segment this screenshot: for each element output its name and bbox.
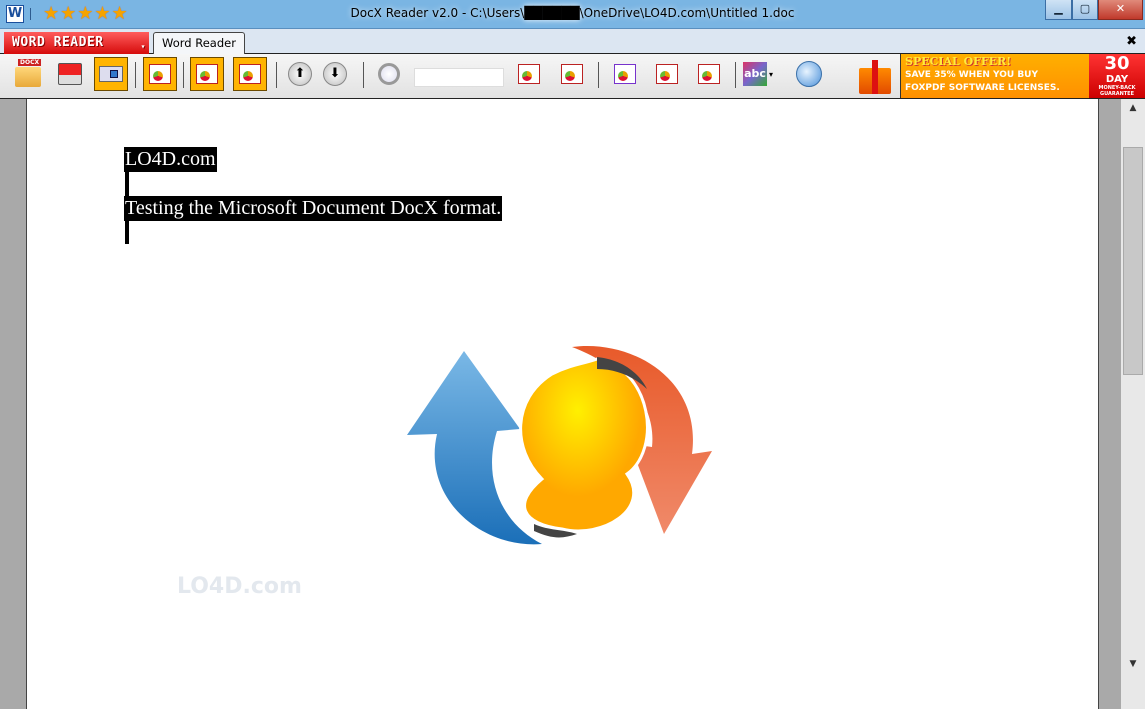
- previous-page-button[interactable]: ⬆: [283, 57, 317, 91]
- divider: [183, 62, 184, 88]
- toolbar: DOCX ⬆ ⬇ abc ▾ SPECIAL OFFER! SAVE 35% WH…: [0, 54, 1145, 99]
- badge-number: 30: [1104, 53, 1130, 74]
- next-page-button[interactable]: ⬇: [318, 57, 352, 91]
- scroll-down-icon[interactable]: ▼: [1121, 655, 1145, 673]
- open-file-button[interactable]: DOCX: [11, 57, 45, 91]
- page-lines-icon: [698, 64, 720, 84]
- document-glasses-icon: [149, 64, 171, 84]
- document-text-cursor-icon: [239, 64, 261, 84]
- scroll-up-icon[interactable]: ▲: [1121, 99, 1145, 117]
- maximize-button[interactable]: ▢: [1072, 0, 1098, 20]
- magnifier-icon: [378, 63, 400, 85]
- two-page-view-button[interactable]: [608, 57, 642, 91]
- divider: [735, 62, 736, 88]
- fit-page-button[interactable]: [94, 57, 128, 91]
- right-margin: [1098, 99, 1121, 709]
- page-width-button[interactable]: [650, 57, 684, 91]
- close-button[interactable]: ✕: [1098, 0, 1143, 20]
- reading-view-button[interactable]: [143, 57, 177, 91]
- zoom-button[interactable]: [372, 57, 406, 91]
- text-selection-gap: [125, 221, 129, 244]
- select-text-button[interactable]: [233, 57, 267, 91]
- zoom-in-button[interactable]: [512, 57, 546, 91]
- badge-sub: MONEY-BACK GUARANTEE: [1098, 85, 1136, 97]
- refresh-arrows-image: [407, 345, 712, 545]
- document-line-2[interactable]: Testing the Microsoft Document DocX form…: [124, 196, 503, 221]
- page-view-button[interactable]: [692, 57, 726, 91]
- docx-label: DOCX: [18, 59, 42, 66]
- web-button[interactable]: [792, 57, 826, 91]
- screen-icon: [99, 66, 123, 82]
- watermark-text: LO4D.com: [177, 574, 302, 599]
- arrow-up-icon: ⬆: [288, 62, 312, 86]
- font-button[interactable]: abc ▾: [741, 57, 775, 91]
- divider: [276, 62, 277, 88]
- zoom-out-button[interactable]: [555, 57, 589, 91]
- divider: [598, 62, 599, 88]
- scrollbar-thumb[interactable]: [1123, 147, 1143, 375]
- badge-day: DAY: [1105, 74, 1129, 85]
- offer-line-1: SAVE 35% WHEN YOU BUY: [905, 70, 1039, 80]
- divider: [135, 62, 136, 88]
- text-selection-gap: [125, 172, 129, 196]
- abc-icon: abc: [742, 62, 767, 86]
- special-offer-banner[interactable]: SPECIAL OFFER! SAVE 35% WHEN YOU BUY FOX…: [900, 54, 1089, 98]
- money-back-badge[interactable]: 30 DAY MONEY-BACK GUARANTEE: [1089, 54, 1145, 98]
- minimize-button[interactable]: ▁: [1045, 0, 1072, 20]
- tab-row: WORD READER ▾ Word Reader ✖: [0, 29, 1145, 54]
- vertical-scrollbar[interactable]: ▲ ▼: [1121, 99, 1145, 709]
- page-width-icon: [656, 64, 678, 84]
- word-reader-label: WORD READER: [12, 35, 104, 50]
- document-line-1[interactable]: LO4D.com: [124, 147, 217, 172]
- search-input[interactable]: [414, 68, 504, 87]
- folder-icon: DOCX: [15, 59, 42, 87]
- offer-line-2: FOXPDF SOFTWARE LICENSES.: [905, 83, 1060, 93]
- copy-button[interactable]: [190, 57, 224, 91]
- document-arrow-left-icon: [518, 64, 540, 84]
- document-arrow-right-icon: [561, 64, 583, 84]
- gift-icon[interactable]: [855, 56, 895, 96]
- title-bar: W ★★★★★ DocX Reader v2.0 - C:\Users\████…: [0, 0, 1145, 29]
- printer-icon: [58, 63, 82, 85]
- globe-icon: [796, 61, 822, 87]
- document-page[interactable]: LO4D.com Testing the Microsoft Document …: [27, 99, 1098, 709]
- close-tab-icon[interactable]: ✖: [1126, 34, 1137, 49]
- divider: [363, 62, 364, 88]
- tab-word-reader[interactable]: Word Reader: [153, 32, 245, 54]
- offer-headline: SPECIAL OFFER!: [905, 55, 1012, 68]
- left-margin: [0, 99, 27, 709]
- two-pages-icon: [614, 64, 636, 84]
- arrow-down-icon: ⬇: [323, 62, 347, 86]
- dropdown-arrow-icon[interactable]: ▾: [769, 70, 773, 79]
- word-reader-menu-button[interactable]: WORD READER ▾: [4, 32, 149, 54]
- document-clipboard-icon: [196, 64, 218, 84]
- window-title: DocX Reader v2.0 - C:\Users\██████\OneDr…: [350, 6, 795, 20]
- print-button[interactable]: [53, 57, 87, 91]
